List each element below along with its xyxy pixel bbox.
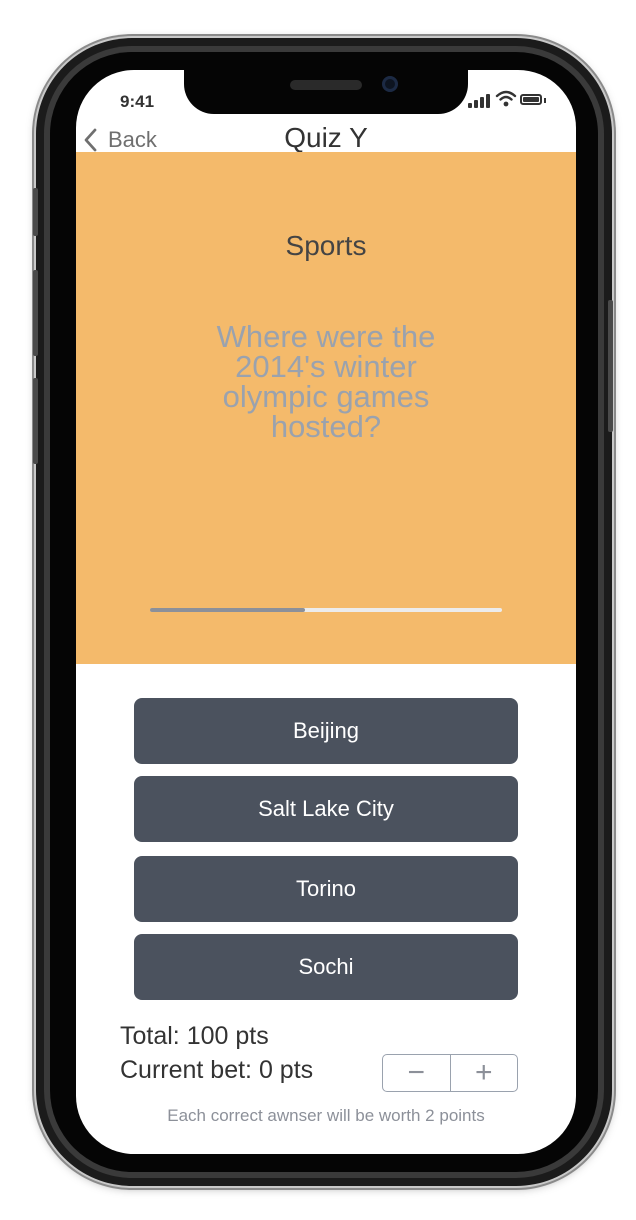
notch bbox=[184, 70, 468, 114]
answer-button-beijing[interactable]: Beijing bbox=[134, 698, 518, 764]
question-progress-fill bbox=[150, 608, 305, 612]
wifi-icon bbox=[495, 90, 517, 113]
answer-button-torino[interactable]: Torino bbox=[134, 856, 518, 922]
points-note: Each correct awnser will be worth 2 poin… bbox=[167, 1106, 485, 1125]
phone-screen: 9:41 Back Quiz Y Sports Where were the 2… bbox=[76, 70, 576, 1154]
decrease-bet-button[interactable]: − bbox=[383, 1055, 450, 1091]
current-bet: Current bet: 0 pts bbox=[120, 1056, 314, 1084]
bet-stepper: − + bbox=[382, 1054, 518, 1092]
side-button bbox=[33, 188, 38, 236]
answer-button-sochi[interactable]: Sochi bbox=[134, 934, 518, 1000]
answer-button-salt-lake-city[interactable]: Salt Lake City bbox=[134, 776, 518, 842]
category-label: Sports bbox=[285, 230, 367, 261]
question-card: Sports Where were the 2014's winter olym… bbox=[76, 152, 576, 664]
status-time: 9:41 bbox=[120, 92, 155, 111]
status-icons bbox=[468, 90, 558, 108]
front-camera bbox=[382, 76, 398, 92]
speaker-grille bbox=[290, 80, 362, 90]
increase-bet-button[interactable]: + bbox=[451, 1055, 518, 1091]
question-progress-bar bbox=[150, 608, 502, 612]
page-title: Quiz Y bbox=[284, 122, 368, 153]
side-button bbox=[608, 300, 613, 432]
total-points: Total: 100 pts bbox=[120, 1022, 269, 1050]
question-text: Where were the 2014's winter olympic gam… bbox=[216, 319, 436, 444]
side-button bbox=[33, 378, 38, 464]
side-button bbox=[33, 270, 38, 356]
